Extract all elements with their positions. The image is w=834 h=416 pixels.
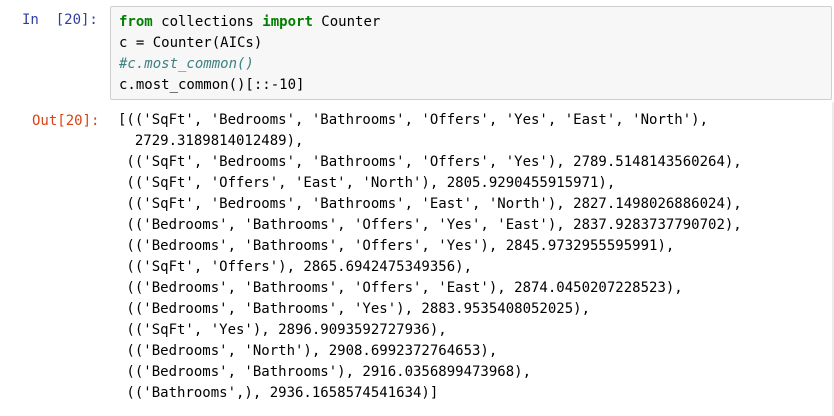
output-line: (('Bedrooms', 'North'), 2908.69923727646… bbox=[118, 343, 498, 359]
output-line: (('SqFt', 'Bedrooms', 'Bathrooms', 'East… bbox=[118, 196, 742, 212]
keyword-import: import bbox=[262, 14, 313, 30]
output-line: (('SqFt', 'Offers', 'East', 'North'), 28… bbox=[118, 175, 616, 191]
output-line: (('Bedrooms', 'Bathrooms', 'Offers', 'Ye… bbox=[118, 217, 742, 233]
input-prompt: In [20]: bbox=[22, 12, 98, 28]
output-line: (('Bedrooms', 'Bathrooms'), 2916.0356899… bbox=[118, 364, 532, 380]
output-line: (('Bedrooms', 'Bathrooms', 'Offers', 'Ea… bbox=[118, 280, 683, 296]
output-line: (('Bedrooms', 'Bathrooms', 'Yes'), 2883.… bbox=[118, 301, 591, 317]
keyword-from: from bbox=[119, 14, 153, 30]
output-line: (('SqFt', 'Offers'), 2865.6942475349356)… bbox=[118, 259, 473, 275]
code-line-4: c.most_common()[::-10] bbox=[119, 77, 305, 93]
import-name: Counter bbox=[312, 14, 381, 30]
output-line: (('Bathrooms',), 2936.1658574541634)] bbox=[118, 385, 439, 401]
cell-output: [(('SqFt', 'Bedrooms', 'Bathrooms', 'Off… bbox=[118, 110, 742, 404]
output-line: (('SqFt', 'Bedrooms', 'Bathrooms', 'Offe… bbox=[118, 154, 742, 170]
code-comment: #c.most_common() bbox=[119, 56, 254, 72]
module-name: collections bbox=[152, 14, 263, 30]
code-line-2: c = Counter(AICs) bbox=[119, 35, 263, 51]
output-line: [(('SqFt', 'Bedrooms', 'Bathrooms', 'Off… bbox=[118, 112, 709, 128]
output-line: 2729.3189814012489), bbox=[118, 133, 304, 149]
code-editor[interactable]: from collections import Counter c = Coun… bbox=[119, 12, 380, 96]
output-line: (('Bedrooms', 'Bathrooms', 'Offers', 'Ye… bbox=[118, 238, 675, 254]
output-prompt: Out[20]: bbox=[32, 113, 100, 129]
code-input-area[interactable]: from collections import Counter c = Coun… bbox=[110, 6, 832, 100]
output-line: (('SqFt', 'Yes'), 2896.9093592727936), bbox=[118, 322, 447, 338]
